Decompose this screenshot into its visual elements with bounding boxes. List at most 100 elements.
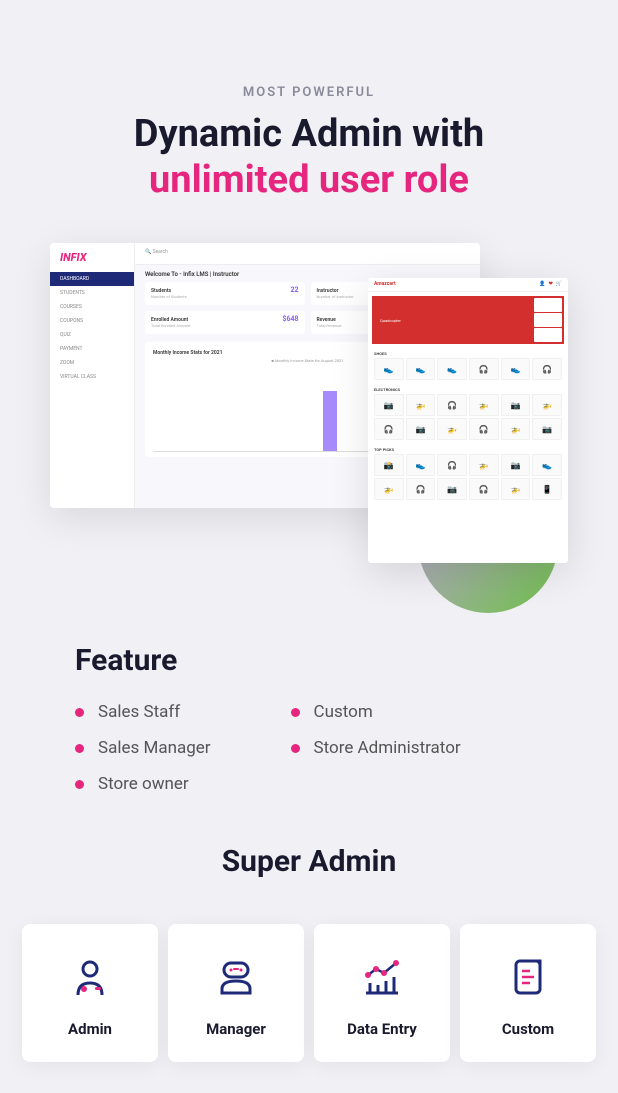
- product: 🚁: [501, 418, 531, 440]
- store-icons: 👤❤🛒: [539, 281, 562, 288]
- legend-text: Monthly Income Stats for August 2021: [275, 358, 344, 363]
- section-title: TOP PICKS: [368, 444, 568, 454]
- product: 🎧: [437, 454, 467, 476]
- product: 👟: [374, 358, 404, 380]
- custom-icon: [505, 954, 551, 1000]
- nav-students: STUDENTS: [50, 286, 134, 300]
- feature-item: Custom: [291, 702, 461, 722]
- store-hero: Quadcopter: [372, 296, 564, 344]
- product: 📷: [501, 394, 531, 416]
- product-grid: 📷 🚁 🎧 🚁 📷 🚁 🎧 📷 🚁 🎧 🚁 📷: [368, 394, 568, 444]
- store-brand: Amazcart: [374, 281, 396, 288]
- feature-col-2: Custom Store Administrator: [291, 702, 461, 794]
- product: 🚁: [532, 394, 562, 416]
- card-value: 22: [151, 286, 299, 294]
- product: 🎧: [469, 478, 499, 500]
- feature-text: Sales Manager: [98, 738, 211, 758]
- dash-topbar: 🔍 Search: [135, 243, 480, 265]
- product: 🚁: [469, 394, 499, 416]
- product: 🎧: [406, 478, 436, 500]
- product: 🚁: [501, 478, 531, 500]
- thumb: [534, 298, 562, 312]
- card-sub: Total Enrolled Amount: [151, 323, 299, 328]
- product: 👟: [532, 454, 562, 476]
- product: 🚁: [406, 394, 436, 416]
- product: 🎧: [532, 358, 562, 380]
- product: 📷: [374, 394, 404, 416]
- section-title: ELECTRONICS: [368, 384, 568, 394]
- product: 👟: [501, 358, 531, 380]
- feature-text: Custom: [314, 702, 373, 722]
- nav-coupons: COUPONS: [50, 314, 134, 328]
- product: 🚁: [374, 478, 404, 500]
- product: 🚁: [469, 454, 499, 476]
- role-card-admin: Admin: [22, 924, 158, 1062]
- thumb: [534, 328, 562, 342]
- role-card-custom: Custom: [460, 924, 596, 1062]
- feature-item: Store owner: [75, 774, 211, 794]
- card-sub: Number of Students: [151, 294, 299, 299]
- bullet-icon: [291, 744, 300, 753]
- dash-sidebar: INFIX DASHBOARD STUDENTS COURSES COUPONS…: [50, 243, 135, 508]
- feature-columns: Sales Staff Sales Manager Store owner Cu…: [75, 702, 543, 794]
- role-cards: Admin Manager: [0, 924, 618, 1062]
- feature-text: Sales Staff: [98, 702, 180, 722]
- store-header: Amazcart 👤❤🛒: [368, 278, 568, 292]
- product: 📱: [532, 478, 562, 500]
- nav-quiz: QUIZ: [50, 328, 134, 342]
- feature-item: Sales Staff: [75, 702, 211, 722]
- manager-icon: [213, 954, 259, 1000]
- title-line-1: Dynamic Admin with: [0, 112, 618, 158]
- product: 🎧: [374, 418, 404, 440]
- role-label: Admin: [32, 1020, 148, 1038]
- role-label: Custom: [470, 1020, 586, 1038]
- role-card-manager: Manager: [168, 924, 304, 1062]
- product: 🎧: [469, 358, 499, 380]
- product: 🚁: [437, 418, 467, 440]
- data-entry-icon: [359, 954, 405, 1000]
- card-enrolled: Enrolled Amount $648 Total Enrolled Amou…: [145, 311, 305, 334]
- nav-courses: COURSES: [50, 300, 134, 314]
- product: 📷: [532, 418, 562, 440]
- role-label: Manager: [178, 1020, 294, 1038]
- header-section: MOST POWERFUL Dynamic Admin with unlimit…: [0, 85, 618, 203]
- product: 📷: [437, 478, 467, 500]
- nav-zoom: ZOOM: [50, 356, 134, 370]
- admin-icon: [67, 954, 113, 1000]
- feature-item: Store Administrator: [291, 738, 461, 758]
- product: 📷: [501, 454, 531, 476]
- thumb: [534, 313, 562, 327]
- feature-text: Store owner: [98, 774, 189, 794]
- store-screenshot: Amazcart 👤❤🛒 Quadcopter SHOES 👟 👟 👟 🎧: [368, 278, 568, 563]
- feature-col-1: Sales Staff Sales Manager Store owner: [75, 702, 211, 794]
- hero-text: Quadcopter: [380, 318, 401, 323]
- feature-text: Store Administrator: [314, 738, 461, 758]
- hero-thumbs: [534, 298, 562, 342]
- section-title: SHOES: [368, 348, 568, 358]
- dash-logo: INFIX: [50, 243, 134, 272]
- nav-dashboard: DASHBOARD: [50, 272, 134, 286]
- product-grid: 📸 👟 🎧 🚁 📷 👟 🚁 🎧 📷 🎧 🚁 📱: [368, 454, 568, 504]
- product: 👟: [406, 454, 436, 476]
- super-admin-title: Super Admin: [0, 844, 618, 879]
- product: 📷: [406, 418, 436, 440]
- nav-payment: PAYMENT: [50, 342, 134, 356]
- bullet-icon: [75, 744, 84, 753]
- product: 👟: [406, 358, 436, 380]
- product: 🎧: [469, 418, 499, 440]
- chart-bar: [323, 391, 337, 451]
- bullet-icon: [75, 780, 84, 789]
- product: 👟: [437, 358, 467, 380]
- bullet-icon: [75, 708, 84, 717]
- search-label: Search: [152, 249, 167, 255]
- feature-section: Feature Sales Staff Sales Manager Store …: [0, 643, 618, 794]
- eyebrow-text: MOST POWERFUL: [0, 85, 618, 100]
- product: 📸: [374, 454, 404, 476]
- product: 🎧: [437, 394, 467, 416]
- title-line-2: unlimited user role: [0, 158, 618, 204]
- feature-title: Feature: [75, 643, 543, 678]
- card-students: Students 22 Number of Students: [145, 282, 305, 305]
- feature-item: Sales Manager: [75, 738, 211, 758]
- bullet-icon: [291, 708, 300, 717]
- screenshots-area: INFIX DASHBOARD STUDENTS COURSES COUPONS…: [50, 243, 618, 623]
